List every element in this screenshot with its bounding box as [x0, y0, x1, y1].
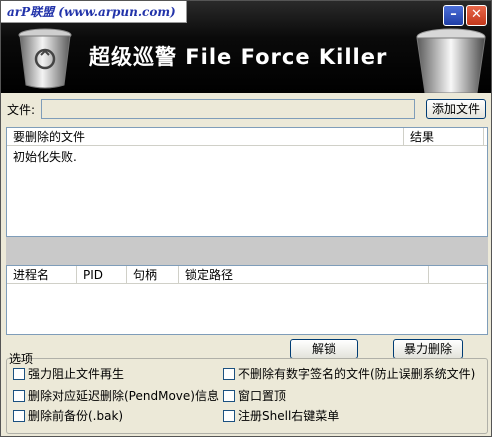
process-list-header: 进程名 PID 句柄 锁定路径: [7, 266, 487, 284]
title-controls: – ✕: [443, 5, 487, 26]
header-banner: arP联盟 (www.arpun.com) 超级巡警 File Force Ki…: [1, 1, 491, 93]
process-list[interactable]: 进程名 PID 句柄 锁定路径: [6, 265, 488, 335]
column-header-process[interactable]: 进程名: [7, 266, 77, 284]
options-group: 强力阻止文件再生 不删除有数字签名的文件(防止误删系统文件) 删除对应延迟删除(…: [6, 358, 488, 434]
app-title: 超级巡警 File Force Killer: [89, 45, 388, 69]
minimize-icon[interactable]: –: [443, 5, 464, 26]
column-header-pid[interactable]: PID: [77, 266, 127, 284]
checkbox[interactable]: [223, 367, 235, 380]
site-label: arP联盟 (www.arpun.com): [1, 1, 187, 23]
column-header-result[interactable]: 结果: [404, 128, 484, 146]
column-header-file[interactable]: 要删除的文件: [7, 128, 404, 146]
checkbox[interactable]: [223, 409, 235, 422]
unlock-button[interactable]: 解锁: [290, 339, 358, 359]
option-skip-signed[interactable]: 不删除有数字签名的文件(防止误删系统文件): [223, 365, 475, 382]
option-label: 删除对应延迟删除(PendMove)信息: [28, 389, 219, 403]
column-header-handle[interactable]: 句柄: [127, 266, 179, 284]
file-list[interactable]: 要删除的文件 结果 初始化失败.: [6, 127, 488, 237]
option-label: 注册Shell右键菜单: [238, 409, 340, 423]
column-header-lock-path[interactable]: 锁定路径: [179, 266, 429, 284]
list-item[interactable]: 初始化失败.: [13, 148, 77, 165]
checkbox[interactable]: [13, 367, 25, 380]
option-window-top[interactable]: 窗口置顶: [223, 387, 286, 404]
close-icon[interactable]: ✕: [466, 5, 487, 26]
checkbox[interactable]: [223, 389, 235, 402]
option-label: 不删除有数字签名的文件(防止误删系统文件): [238, 367, 476, 381]
recycle-bin-large-icon: [416, 28, 486, 93]
file-label: 文件:: [7, 103, 36, 117]
app-window: arP联盟 (www.arpun.com) 超级巡警 File Force Ki…: [0, 0, 492, 437]
option-label: 窗口置顶: [238, 389, 287, 403]
checkbox[interactable]: [13, 389, 25, 402]
option-label: 强力阻止文件再生: [28, 367, 125, 381]
add-file-button[interactable]: 添加文件: [426, 99, 486, 119]
option-delete-pendmove[interactable]: 删除对应延迟删除(PendMove)信息: [13, 387, 219, 404]
option-block-regenerate[interactable]: 强力阻止文件再生: [13, 365, 124, 382]
splitter: [6, 237, 488, 265]
recycle-bin-icon: [18, 28, 72, 89]
checkbox[interactable]: [13, 409, 25, 422]
option-backup[interactable]: 删除前备份(.bak): [13, 407, 123, 424]
options-label: 选项: [9, 352, 34, 366]
file-path-input[interactable]: [41, 99, 415, 119]
option-shell-menu[interactable]: 注册Shell右键菜单: [223, 407, 339, 424]
file-list-header: 要删除的文件 结果: [7, 128, 487, 146]
force-delete-button[interactable]: 暴力删除: [393, 339, 463, 359]
option-label: 删除前备份(.bak): [28, 409, 124, 423]
